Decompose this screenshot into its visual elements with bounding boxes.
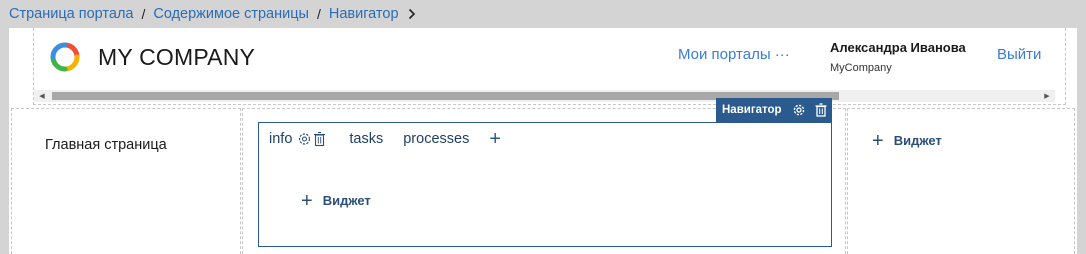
breadcrumb-navigator[interactable]: Навигатор bbox=[329, 6, 399, 22]
main-page-label[interactable]: Главная страница bbox=[45, 137, 167, 153]
tab-trash-icon[interactable] bbox=[312, 131, 327, 147]
breadcrumb-page-content[interactable]: Содержимое страницы bbox=[153, 6, 309, 22]
page-canvas: MY COMPANY Мои порталы ··· Александра Ив… bbox=[9, 28, 1077, 254]
add-widget-button-right[interactable]: + Виджет bbox=[872, 129, 942, 152]
tab-tasks[interactable]: tasks bbox=[349, 131, 383, 147]
navigator-toolbar-label: Навигатор bbox=[722, 104, 782, 116]
settings-gear-icon[interactable] bbox=[792, 103, 806, 117]
navigator-toolbar: Навигатор bbox=[716, 98, 832, 122]
horizontal-scrollbar[interactable]: ◀ ▶ bbox=[34, 90, 1055, 102]
chevron-right-icon[interactable] bbox=[408, 8, 418, 20]
scroll-left-arrow-icon[interactable]: ◀ bbox=[34, 90, 50, 102]
my-portals-link[interactable]: Мои порталы ··· bbox=[678, 46, 790, 63]
add-tab-button[interactable]: + bbox=[489, 129, 501, 149]
tab-info[interactable]: info bbox=[269, 131, 292, 147]
left-column: Главная страница bbox=[11, 108, 241, 254]
company-name: MY COMPANY bbox=[98, 44, 256, 70]
tab-settings-gear-icon[interactable] bbox=[297, 131, 312, 147]
user-company: MyCompany bbox=[830, 62, 892, 74]
add-widget-label: Виджет bbox=[893, 133, 942, 148]
plus-icon: + bbox=[301, 189, 313, 212]
breadcrumb-separator: / bbox=[141, 6, 146, 22]
breadcrumb-separator: / bbox=[316, 6, 321, 22]
breadcrumb-portal-page[interactable]: Страница портала bbox=[9, 6, 133, 22]
add-widget-button-navigator[interactable]: + Виджет bbox=[301, 189, 371, 212]
logout-link[interactable]: Выйти bbox=[997, 46, 1041, 63]
tab-info-actions bbox=[297, 131, 327, 147]
breadcrumb: Страница портала / Содержимое страницы /… bbox=[0, 0, 1086, 28]
company-logo-icon bbox=[50, 42, 80, 72]
navigator-tabs: info tasks processes + bbox=[269, 129, 501, 149]
tab-processes[interactable]: processes bbox=[403, 131, 469, 147]
user-name[interactable]: Александра Иванова bbox=[830, 40, 966, 55]
navigator-widget[interactable]: info tasks processes + + Виджет bbox=[258, 122, 832, 247]
plus-icon: + bbox=[872, 129, 884, 152]
add-widget-label: Виджет bbox=[322, 193, 371, 208]
trash-icon[interactable] bbox=[814, 103, 828, 117]
right-column: + Виджет bbox=[847, 108, 1075, 254]
scroll-right-arrow-icon[interactable]: ▶ bbox=[1039, 90, 1055, 102]
